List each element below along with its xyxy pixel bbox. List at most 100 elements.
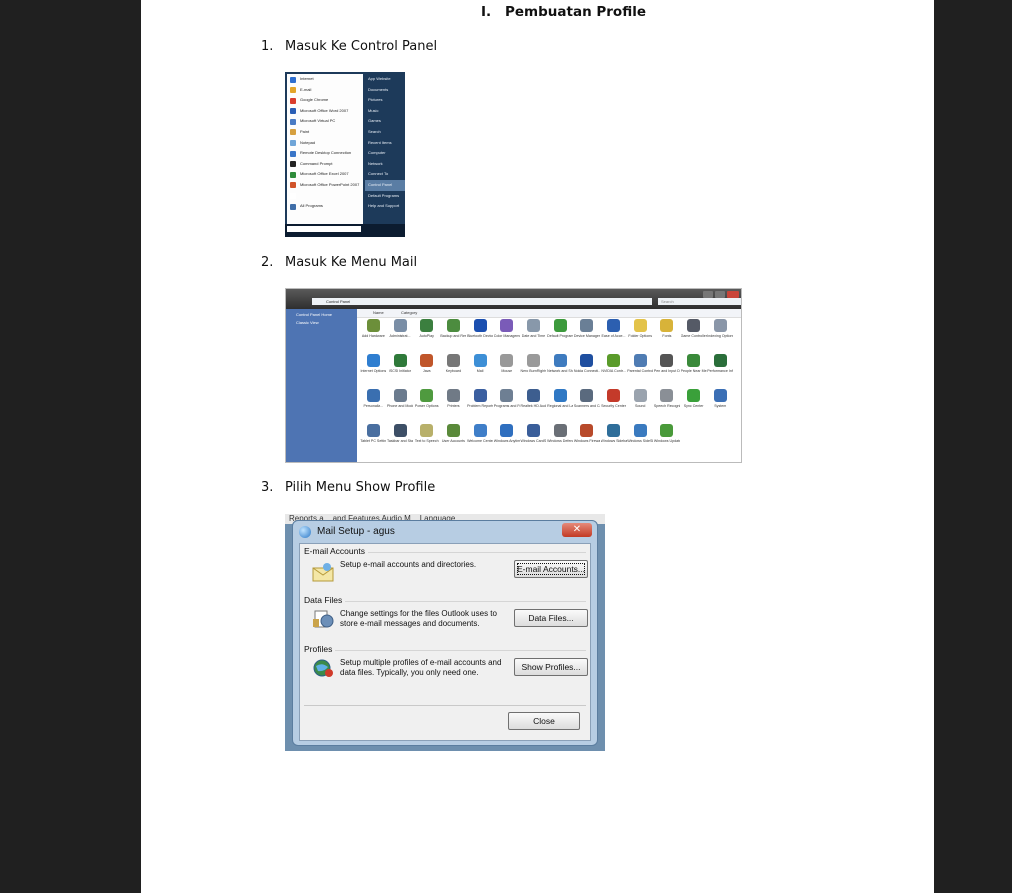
- control-panel-item: Game Controllers: [680, 318, 707, 353]
- show-profiles-button[interactable]: Show Profiles...: [514, 658, 588, 676]
- control-panel-item-label: Scanners and Cameras: [573, 404, 600, 408]
- minimize-icon: [703, 291, 713, 298]
- control-panel-item: Security Center: [600, 388, 627, 423]
- program-icon: [290, 182, 296, 189]
- control-panel-item-icon: [473, 354, 487, 367]
- control-panel-item: Realtek HD Audio M...: [520, 388, 547, 423]
- control-panel-item-label: Windows Defender: [547, 439, 573, 443]
- start-menu-places-list: App Website Documents Pictures Music Games Se…: [365, 74, 405, 224]
- control-panel-item-label: Printers: [447, 404, 460, 408]
- control-panel-item: AutoPlay: [413, 318, 440, 353]
- control-panel-item: Add Hardware: [360, 318, 387, 353]
- program-icon: [290, 108, 296, 115]
- start-menu-footer: [285, 224, 405, 237]
- dialog-title: Mail Setup - agus: [317, 526, 395, 537]
- column-category: Category: [401, 310, 418, 315]
- control-panel-item-label: Speech Recogniti...: [653, 404, 680, 408]
- control-panel-item-icon: [366, 354, 380, 367]
- control-panel-item: Folder Options: [627, 318, 654, 353]
- control-panel-item-label: Keyboard: [445, 369, 462, 373]
- email-accounts-button[interactable]: E-mail Accounts...: [514, 560, 588, 578]
- start-menu-place-item: Connect To: [368, 171, 389, 177]
- control-panel-item: Windows Sidebar...: [600, 423, 627, 458]
- program-label: Microsoft Office Excel 2007: [300, 171, 349, 177]
- section-label-profiles: Profiles: [304, 644, 336, 654]
- search-placeholder: Search: [661, 299, 674, 304]
- control-panel-item: Keyboard: [440, 353, 467, 388]
- control-panel-item-label: Date and Time: [521, 334, 546, 338]
- control-panel-item-icon: [446, 424, 460, 437]
- control-panel-item-label: NVIDIA Contr...: [601, 369, 626, 373]
- program-icon: [290, 193, 296, 200]
- start-menu-place-item: Control Panel: [365, 179, 405, 191]
- control-panel-item: Windows CardSpace: [520, 423, 547, 458]
- control-panel-item-label: Backup and Restore C...: [440, 334, 467, 338]
- control-panel-item-label: Bluetooth Devices: [467, 334, 493, 338]
- start-search-box: [287, 226, 361, 232]
- control-panel-item-label: Regional and Language ...: [547, 404, 574, 408]
- control-panel-item: Nokia Connecti...: [574, 353, 601, 388]
- control-panel-item-label: Text to Speech: [414, 439, 439, 443]
- control-panel-item-label: People Near Me: [680, 369, 707, 373]
- control-panel-item-label: Pen and Input Devices: [653, 369, 680, 373]
- control-panel-item-icon: [633, 389, 647, 402]
- control-panel-item-icon: [500, 354, 514, 367]
- control-panel-item: iSCSI Initiator: [387, 353, 414, 388]
- control-panel-item-label: Windows Anytim...: [493, 439, 520, 443]
- start-menu-place-item: Default Programs: [368, 192, 400, 198]
- start-menu-program-item: [287, 191, 363, 202]
- program-label: All Programs: [300, 203, 323, 209]
- control-panel-item: Nero BurnRights: [520, 353, 547, 388]
- control-panel-item-icon: [687, 354, 701, 367]
- control-panel-item-icon: [713, 354, 727, 367]
- control-panel-item: Ease of Acce...: [600, 318, 627, 353]
- start-menu-place-item: Help and Support: [368, 203, 400, 209]
- control-panel-item-label: Personaliz...: [363, 404, 384, 408]
- control-panel-item: Phone and Modem ...: [387, 388, 414, 423]
- control-panel-sidebar: Control Panel Home Classic View: [286, 309, 357, 462]
- control-panel-item-label: Windows Update: [653, 439, 680, 443]
- control-panel-item-label: System: [714, 404, 727, 408]
- column-name: Name: [373, 310, 384, 315]
- control-panel-item-label: Indexing Options: [707, 334, 734, 338]
- control-panel-item-icon: [660, 424, 674, 437]
- data-files-button[interactable]: Data Files...: [514, 609, 588, 627]
- control-panel-item: Text to Speech: [413, 423, 440, 458]
- control-panel-item-label: Game Controllers: [680, 334, 707, 338]
- control-panel-item: Regional and Language ...: [547, 388, 574, 423]
- control-panel-item: Windows SideShow: [627, 423, 654, 458]
- heading-number: I.: [481, 4, 492, 20]
- start-menu-place-item: Pictures: [368, 97, 383, 103]
- control-panel-item: Mouse: [493, 353, 520, 388]
- control-panel-item-icon: [687, 319, 701, 332]
- start-menu-program-item: Microsoft Virtual PC: [287, 116, 363, 127]
- control-panel-item-label: Welcome Center: [467, 439, 494, 443]
- control-panel-icon-grid: Add Hardware Administrat... AutoPlay Backup…: [360, 318, 734, 458]
- program-label: Microsoft Virtual PC: [300, 118, 336, 124]
- control-panel-item-icon: [393, 319, 407, 332]
- control-panel-item-icon: [446, 354, 460, 367]
- control-panel-item: Windows Defender: [547, 423, 574, 458]
- section-heading: I. Pembuatan Profile: [481, 4, 646, 20]
- control-panel-item: Welcome Center: [467, 423, 494, 458]
- control-panel-item-icon: [660, 389, 674, 402]
- control-panel-item: Sound: [627, 388, 654, 423]
- control-panel-item-icon: [446, 319, 460, 332]
- control-panel-item-label: Add Hardware: [361, 334, 385, 338]
- start-menu-screenshot: Internet E-mail Google Chrome Microsoft Off…: [285, 72, 405, 237]
- control-panel-item-icon: [500, 389, 514, 402]
- control-panel-item-label: AutoPlay: [419, 334, 434, 338]
- control-panel-item-label: Default Programs: [547, 334, 574, 338]
- program-icon: [290, 150, 296, 157]
- control-panel-item-label: Programs and Features: [493, 404, 520, 408]
- section-divider: [304, 650, 586, 651]
- program-label: Notepad: [300, 139, 316, 145]
- close-icon: ✕: [562, 523, 592, 537]
- start-menu-program-item: Paint: [287, 127, 363, 138]
- close-button[interactable]: Close: [508, 712, 580, 730]
- start-menu-program-item: Remote Desktop Connection: [287, 148, 363, 159]
- control-panel-item: Windows Update: [654, 423, 681, 458]
- control-panel-item-icon: [660, 319, 674, 332]
- start-menu-program-item: Notepad: [287, 138, 363, 149]
- control-panel-item-icon: [633, 319, 647, 332]
